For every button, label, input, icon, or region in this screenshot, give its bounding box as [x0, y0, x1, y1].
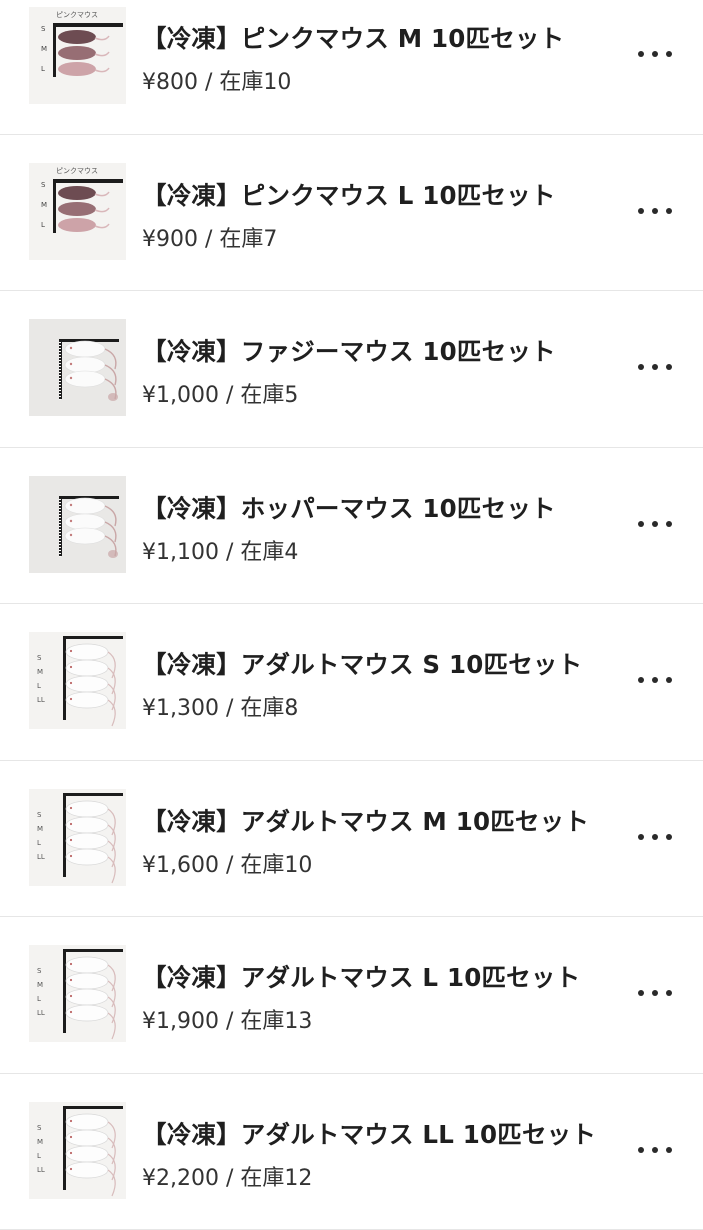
list-item[interactable]: ピンクマウス S M L 【冷凍】ピンクマウス L 10匹セット ¥900 / 在庫7 [0, 135, 703, 292]
product-price-stock: ¥1,900 / 在庫13 [142, 1003, 312, 1035]
separator: / [198, 227, 219, 252]
product-price-stock: ¥1,300 / 在庫8 [142, 690, 298, 722]
product-thumbnail [29, 476, 126, 573]
product-price: ¥800 [142, 70, 198, 95]
svg-text:L: L [37, 682, 41, 690]
svg-text:L: L [41, 221, 45, 229]
more-options-icon[interactable] [638, 199, 672, 223]
list-item[interactable]: SMLLL 【冷凍】アダルトマウス M 10匹セット ¥1,600 / 在庫10 [0, 761, 703, 918]
product-stock: 在庫8 [240, 696, 298, 721]
svg-text:LL: LL [37, 696, 45, 704]
product-thumbnail: SMLLL [29, 632, 126, 729]
svg-text:L: L [37, 1152, 41, 1160]
list-item[interactable]: SMLLL 【冷凍】アダルトマウス L 10匹セット ¥1,900 / 在庫13 [0, 917, 703, 1074]
product-title: 【冷凍】アダルトマウス M 10匹セット [142, 803, 589, 838]
svg-text:S: S [41, 181, 46, 189]
product-thumbnail: ピンクマウス S M L [29, 7, 126, 104]
product-title: 【冷凍】ホッパーマウス 10匹セット [142, 490, 556, 525]
separator: / [198, 70, 219, 95]
product-thumbnail: ピンクマウス S M L [29, 163, 126, 260]
product-stock: 在庫5 [240, 383, 298, 408]
product-price: ¥1,300 [142, 696, 219, 721]
thumbnail-photo: SMLLL [29, 632, 126, 729]
list-item[interactable]: 【冷凍】ホッパーマウス 10匹セット ¥1,100 / 在庫4 [0, 448, 703, 605]
separator: / [219, 1166, 240, 1191]
product-price: ¥1,100 [142, 540, 219, 565]
svg-text:M: M [37, 668, 43, 676]
svg-text:S: S [37, 1124, 42, 1132]
product-price: ¥1,000 [142, 383, 219, 408]
more-options-icon[interactable] [638, 42, 672, 66]
product-price-stock: ¥1,600 / 在庫10 [142, 847, 312, 879]
thumbnail-photo: SMLLL [29, 789, 126, 886]
svg-text:S: S [37, 654, 42, 662]
product-price-stock: ¥900 / 在庫7 [142, 221, 277, 253]
svg-text:LL: LL [37, 1009, 45, 1017]
separator: / [219, 696, 240, 721]
product-title: 【冷凍】アダルトマウス LL 10匹セット [142, 1116, 596, 1151]
thumbnail-photo: SMLLL [29, 945, 126, 1042]
product-title: 【冷凍】アダルトマウス S 10匹セット [142, 646, 582, 681]
product-list: ピンクマウスSML 【冷凍】ピンクマウス M 10匹セット ¥800 / 在庫1… [0, 0, 703, 1230]
more-options-icon[interactable] [638, 981, 672, 1005]
product-price-stock: ¥2,200 / 在庫12 [142, 1160, 312, 1192]
product-title: 【冷凍】ファジーマウス 10匹セット [142, 333, 556, 368]
thumbnail-photo: ピンクマウス S M L [29, 163, 126, 260]
product-stock: 在庫4 [240, 540, 298, 565]
separator: / [219, 853, 240, 878]
separator: / [219, 1009, 240, 1034]
product-stock: 在庫13 [240, 1009, 312, 1034]
svg-text:M: M [41, 45, 47, 53]
svg-text:ピンクマウス: ピンクマウス [56, 11, 98, 19]
product-thumbnail: SMLLL [29, 945, 126, 1042]
more-options-icon[interactable] [638, 825, 672, 849]
svg-text:S: S [37, 967, 42, 975]
svg-text:ピンクマウス: ピンクマウス [56, 167, 98, 175]
product-title: 【冷凍】アダルトマウス L 10匹セット [142, 959, 580, 994]
product-stock: 在庫10 [240, 853, 312, 878]
more-options-icon[interactable] [638, 355, 672, 379]
product-price: ¥1,600 [142, 853, 219, 878]
svg-text:L: L [37, 839, 41, 847]
list-item[interactable]: SMLLL 【冷凍】アダルトマウス LL 10匹セット ¥2,200 / 在庫1… [0, 1074, 703, 1230]
svg-text:M: M [37, 825, 43, 833]
product-stock: 在庫10 [219, 70, 291, 95]
thumbnail-photo [29, 476, 126, 573]
more-options-icon[interactable] [638, 512, 672, 536]
product-price-stock: ¥800 / 在庫10 [142, 64, 291, 96]
svg-text:S: S [37, 811, 42, 819]
product-thumbnail: SMLLL [29, 1102, 126, 1199]
product-stock: 在庫7 [219, 227, 277, 252]
product-price-stock: ¥1,000 / 在庫5 [142, 377, 298, 409]
product-price: ¥900 [142, 227, 198, 252]
product-price-stock: ¥1,100 / 在庫4 [142, 534, 298, 566]
product-title: 【冷凍】ピンクマウス M 10匹セット [142, 20, 564, 55]
separator: / [219, 540, 240, 565]
thumbnail-photo [29, 319, 126, 416]
product-thumbnail: SMLLL [29, 789, 126, 886]
svg-text:M: M [37, 981, 43, 989]
thumbnail-photo: SMLLL [29, 1102, 126, 1199]
svg-text:LL: LL [37, 1166, 45, 1174]
svg-text:LL: LL [37, 853, 45, 861]
product-thumbnail [29, 319, 126, 416]
product-price: ¥1,900 [142, 1009, 219, 1034]
list-item[interactable]: ピンクマウス S M L 【冷凍】ピンクマウス M 10匹セット ¥800 / 在庫1… [0, 0, 703, 135]
svg-text:M: M [37, 1138, 43, 1146]
list-item[interactable]: 【冷凍】ファジーマウス 10匹セット ¥1,000 / 在庫5 [0, 291, 703, 448]
more-options-icon[interactable] [638, 668, 672, 692]
product-price: ¥2,200 [142, 1166, 219, 1191]
more-options-icon[interactable] [638, 1138, 672, 1162]
svg-text:L: L [37, 995, 41, 1003]
svg-text:M: M [41, 201, 47, 209]
product-title: 【冷凍】ピンクマウス L 10匹セット [142, 177, 556, 212]
svg-text:L: L [41, 65, 45, 73]
svg-text:S: S [41, 25, 46, 33]
separator: / [219, 383, 240, 408]
product-stock: 在庫12 [240, 1166, 312, 1191]
thumbnail-photo: ピンクマウス S M L [29, 7, 126, 104]
list-item[interactable]: SMLLL 【冷凍】アダルトマウス S 10匹セット ¥1,300 / 在庫8 [0, 604, 703, 761]
